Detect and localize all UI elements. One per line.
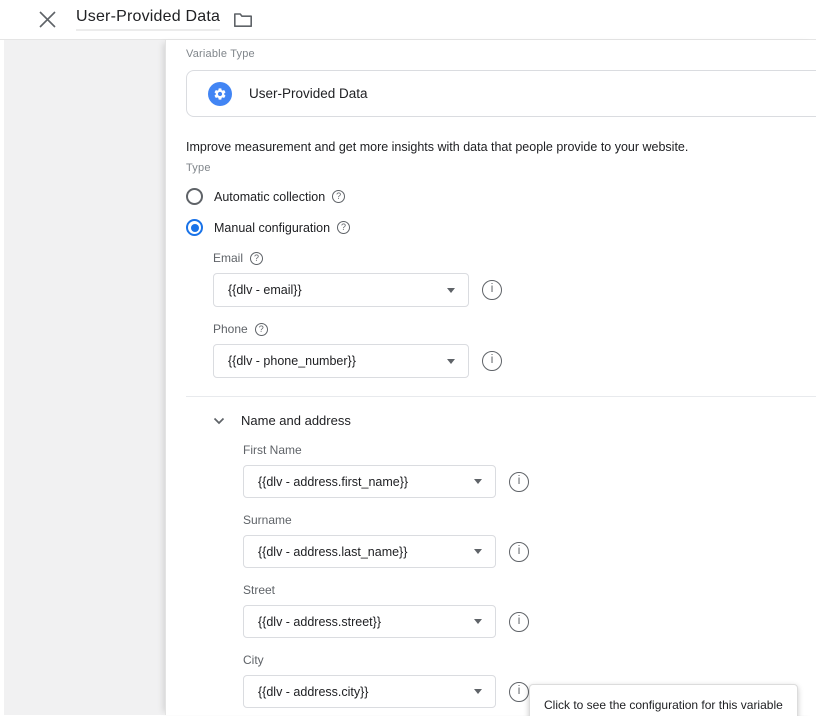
user-provided-data-icon: [208, 82, 232, 106]
description-text: Improve measurement and get more insight…: [186, 140, 816, 154]
folder-button[interactable]: [231, 9, 255, 30]
radio-option-manual-configuration[interactable]: Manual configuration ?: [186, 219, 350, 236]
variable-type-label: Variable Type: [186, 48, 816, 60]
city-select-value: {{dlv - address.city}}: [258, 685, 368, 699]
surname-select[interactable]: {{dlv - address.last_name}}: [243, 535, 496, 568]
phone-select[interactable]: {{dlv - phone_number}}: [213, 344, 469, 378]
editor-body: Variable Type User-Provided Data Improve…: [0, 40, 816, 715]
section-divider: [186, 396, 816, 397]
street-select-value: {{dlv - address.street}}: [258, 615, 381, 629]
surname-select-value: {{dlv - address.last_name}}: [258, 545, 407, 559]
type-label: Type: [186, 162, 816, 174]
left-backdrop: [4, 40, 165, 715]
dropdown-arrow-icon: [474, 619, 482, 624]
phone-field: Phone ? {{dlv - phone_number}} i: [213, 322, 816, 378]
phone-label: Phone: [213, 322, 248, 336]
info-icon[interactable]: i: [509, 612, 529, 632]
radio-label: Manual configuration: [214, 221, 330, 235]
surname-label: Surname: [243, 513, 292, 527]
help-icon[interactable]: ?: [332, 190, 345, 203]
name-address-section-toggle[interactable]: Name and address: [213, 413, 351, 428]
help-icon[interactable]: ?: [255, 323, 268, 336]
email-field: Email ? {{dlv - email}} i: [213, 251, 816, 307]
info-icon[interactable]: i: [482, 351, 502, 371]
info-icon[interactable]: i: [509, 472, 529, 492]
variable-type-value: User-Provided Data: [249, 86, 368, 101]
variable-config-panel: Variable Type User-Provided Data Improve…: [165, 40, 816, 715]
dropdown-arrow-icon: [447, 359, 455, 364]
info-icon[interactable]: i: [509, 542, 529, 562]
gtm-variable-editor: User-Provided Data Variable Type User-Pr…: [0, 0, 816, 716]
city-select[interactable]: {{dlv - address.city}}: [243, 675, 496, 708]
chevron-down-icon: [213, 417, 225, 425]
city-label: City: [243, 653, 264, 667]
email-select-value: {{dlv - email}}: [228, 283, 302, 297]
dropdown-arrow-icon: [474, 479, 482, 484]
street-select[interactable]: {{dlv - address.street}}: [243, 605, 496, 638]
first-name-select[interactable]: {{dlv - address.first_name}}: [243, 465, 496, 498]
first-name-label: First Name: [243, 443, 302, 457]
radio-option-automatic-collection[interactable]: Automatic collection ?: [186, 188, 345, 205]
first-name-field: First Name {{dlv - address.first_name}} …: [243, 443, 816, 498]
folder-icon: [233, 11, 253, 28]
phone-select-value: {{dlv - phone_number}}: [228, 354, 356, 368]
street-label: Street: [243, 583, 275, 597]
close-button[interactable]: [36, 8, 59, 31]
radio-selected-icon[interactable]: [186, 219, 203, 236]
surname-field: Surname {{dlv - address.last_name}} i: [243, 513, 816, 568]
street-field: Street {{dlv - address.street}} i: [243, 583, 816, 638]
dropdown-arrow-icon: [447, 288, 455, 293]
variable-name-title[interactable]: User-Provided Data: [76, 8, 220, 31]
email-select[interactable]: {{dlv - email}}: [213, 273, 469, 307]
dropdown-arrow-icon: [474, 689, 482, 694]
variable-type-card[interactable]: User-Provided Data: [186, 70, 816, 117]
dropdown-arrow-icon: [474, 549, 482, 554]
editor-header: User-Provided Data: [0, 0, 816, 40]
close-icon: [38, 10, 57, 29]
info-icon[interactable]: i: [482, 280, 502, 300]
help-icon[interactable]: ?: [337, 221, 350, 234]
radio-unselected-icon[interactable]: [186, 188, 203, 205]
help-icon[interactable]: ?: [250, 252, 263, 265]
first-name-select-value: {{dlv - address.first_name}}: [258, 475, 408, 489]
info-icon[interactable]: i: [509, 682, 529, 702]
radio-label: Automatic collection: [214, 190, 325, 204]
variable-tooltip: Click to see the configuration for this …: [529, 684, 798, 716]
email-label: Email: [213, 251, 243, 265]
section-title: Name and address: [241, 413, 351, 428]
